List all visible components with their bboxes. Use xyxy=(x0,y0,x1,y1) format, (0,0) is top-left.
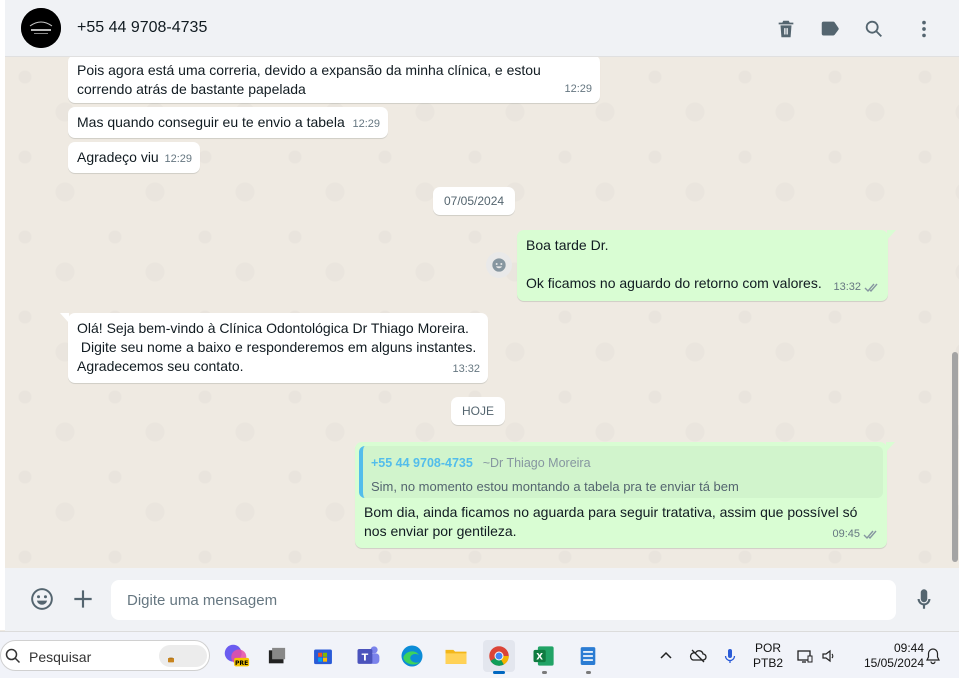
microphone-tray-icon[interactable] xyxy=(720,647,740,665)
message-meta: 12:29 xyxy=(352,115,380,134)
copilot-badge: PRE xyxy=(235,660,248,667)
copilot-icon[interactable]: PRE xyxy=(220,640,252,672)
message-incoming[interactable]: Agradeço viu 12:29 xyxy=(68,142,200,173)
trash-icon[interactable] xyxy=(773,16,799,42)
chrome-icon[interactable] xyxy=(483,640,515,674)
chevron-up-icon[interactable] xyxy=(656,647,676,665)
search-icon[interactable] xyxy=(861,16,887,42)
teams-icon[interactable]: T xyxy=(352,640,384,672)
message-incoming[interactable]: Mas quando conseguir eu te envio a tabel… xyxy=(68,107,388,138)
notepad-icon[interactable] xyxy=(572,640,604,674)
menu-icon[interactable] xyxy=(911,16,937,42)
onedrive-offline-icon[interactable] xyxy=(688,647,708,665)
chat-header: +55 44 9708-4735 xyxy=(5,0,959,57)
file-explorer-icon[interactable] xyxy=(440,640,472,672)
language-code: POR xyxy=(754,641,781,655)
message-time: 09:45 xyxy=(832,528,860,540)
message-meta: 12:29 xyxy=(164,150,192,169)
keyboard-layout: PTB2 xyxy=(752,656,783,670)
message-meta: 13:32 xyxy=(452,360,480,379)
message-time: 12:29 xyxy=(352,118,380,130)
search-icon xyxy=(5,648,21,664)
clock-time: 09:44 xyxy=(893,641,924,655)
notification-bell-icon[interactable] xyxy=(923,647,943,665)
message-time: 12:29 xyxy=(164,153,192,165)
double-check-icon xyxy=(864,282,880,293)
windows-taskbar: Pesquisar PRE T X POR PTB2 09:44 15/05/2… xyxy=(0,631,959,678)
active-indicator xyxy=(493,671,505,674)
quoted-sender-name: ~Dr Thiago Moreira xyxy=(482,456,591,470)
excel-icon[interactable]: X xyxy=(528,640,560,674)
briefcase-icon xyxy=(159,645,207,667)
network-icon[interactable] xyxy=(795,647,815,665)
svg-text:T: T xyxy=(362,652,369,663)
message-time: 12:29 xyxy=(564,83,592,95)
taskbar-search[interactable]: Pesquisar xyxy=(0,640,210,671)
message-incoming[interactable]: Pois agora está uma correria, devido a e… xyxy=(68,57,600,103)
message-meta: 09:45 xyxy=(832,525,879,544)
message-meta: 12:29 xyxy=(564,80,592,99)
quoted-sender-phone: +55 44 9708-4735 xyxy=(371,456,473,470)
date-chip: 07/05/2024 xyxy=(433,187,516,215)
date-chip: HOJE xyxy=(451,397,506,425)
input-language[interactable]: POR PTB2 xyxy=(752,641,784,671)
bubble-tail xyxy=(886,442,895,452)
edge-icon[interactable] xyxy=(396,640,428,672)
scrollbar-thumb[interactable] xyxy=(952,352,958,562)
message-meta: 13:32 xyxy=(833,278,880,297)
bubble-tail xyxy=(60,313,69,323)
microphone-icon[interactable] xyxy=(910,585,938,613)
message-text: Mas quando conseguir eu te envio a tabel… xyxy=(77,114,345,130)
message-outgoing[interactable]: Boa tarde Dr. Ok ficamos no aguardo do r… xyxy=(517,230,896,301)
emoji-icon[interactable] xyxy=(28,585,56,613)
message-text: Boa tarde Dr. Ok ficamos no aguardo do r… xyxy=(526,237,822,291)
taskbar-search-label: Pesquisar xyxy=(29,649,92,665)
message-time: 13:32 xyxy=(452,363,480,375)
task-view-icon[interactable] xyxy=(261,640,293,672)
system-clock[interactable]: 09:44 15/05/2024 xyxy=(848,641,924,671)
message-time: 13:32 xyxy=(833,281,861,293)
running-indicator xyxy=(586,671,591,674)
message-text: Olá! Seja bem-vindo à Clínica Odontológi… xyxy=(77,320,477,374)
contact-avatar[interactable] xyxy=(21,8,61,48)
message-incoming[interactable]: Olá! Seja bem-vindo à Clínica Odontológi… xyxy=(60,313,488,383)
message-outgoing[interactable]: +55 44 9708-4735 ~Dr Thiago Moreira Sim,… xyxy=(355,442,895,548)
microsoft-store-icon[interactable] xyxy=(307,640,339,672)
chat-scrollbar[interactable] xyxy=(951,57,959,568)
smiley-icon xyxy=(492,258,506,272)
volume-icon[interactable] xyxy=(819,647,839,665)
quoted-message[interactable]: +55 44 9708-4735 ~Dr Thiago Moreira Sim,… xyxy=(359,446,883,498)
react-emoji-button[interactable] xyxy=(486,252,512,278)
contact-name[interactable]: +55 44 9708-4735 xyxy=(77,19,207,37)
quoted-text: Sim, no momento estou montando a tabela … xyxy=(371,479,739,494)
message-composer xyxy=(5,568,959,631)
message-input[interactable] xyxy=(111,580,896,620)
message-text: Bom dia, ainda ficamos no aguarda para s… xyxy=(364,504,858,539)
running-indicator xyxy=(542,671,547,674)
label-icon[interactable] xyxy=(817,16,843,42)
double-check-icon xyxy=(863,529,879,540)
svg-text:X: X xyxy=(536,653,543,663)
message-text: Pois agora está uma correria, devido a e… xyxy=(77,62,541,97)
plus-icon[interactable] xyxy=(69,585,97,613)
bubble-tail xyxy=(887,230,896,240)
clock-date: 15/05/2024 xyxy=(863,656,924,670)
chat-area[interactable]: Pois agora está uma correria, devido a e… xyxy=(5,57,959,568)
